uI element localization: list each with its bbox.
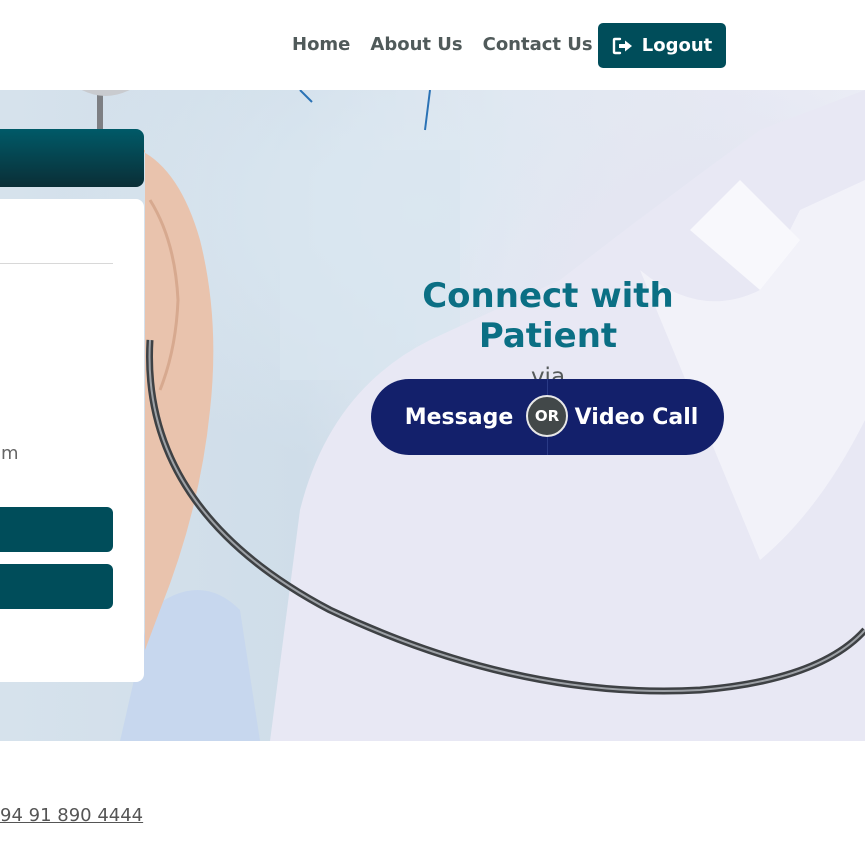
nav-about-link[interactable]: About Us (370, 34, 462, 55)
nav-home-link[interactable]: Home (292, 34, 350, 55)
card-action-button-2[interactable] (0, 564, 113, 609)
sign-out-icon (612, 37, 634, 55)
card-action-button-1[interactable] (0, 507, 113, 552)
nav-contact-link[interactable]: Contact Us (483, 34, 593, 55)
card-partial-text: om (0, 443, 19, 464)
footer: 94 91 890 4444 (0, 741, 868, 868)
connect-title: Connect with Patient (422, 276, 674, 356)
logout-button[interactable]: Logout (598, 23, 726, 68)
page: Home About Us Contact Us Logout m Connec… (0, 0, 868, 868)
video-call-label: Video Call (574, 404, 699, 430)
message-label: Message (404, 404, 514, 430)
side-info-card: om (0, 199, 144, 682)
video-call-button[interactable]: Video Call (547, 379, 724, 455)
footer-phone-link[interactable]: 94 91 890 4444 (0, 805, 143, 826)
or-badge: OR (526, 395, 568, 437)
message-button[interactable]: Message (371, 379, 547, 455)
logout-label: Logout (641, 35, 713, 56)
card-divider (0, 263, 113, 264)
side-panel-header (0, 129, 144, 187)
hero-section: om Connect with Patient via Message Vide… (0, 90, 865, 741)
top-navbar: Home About Us Contact Us Logout (0, 0, 868, 90)
nav-links: Home About Us Contact Us (292, 34, 593, 55)
connect-heading-block: Connect with Patient via (348, 276, 748, 390)
